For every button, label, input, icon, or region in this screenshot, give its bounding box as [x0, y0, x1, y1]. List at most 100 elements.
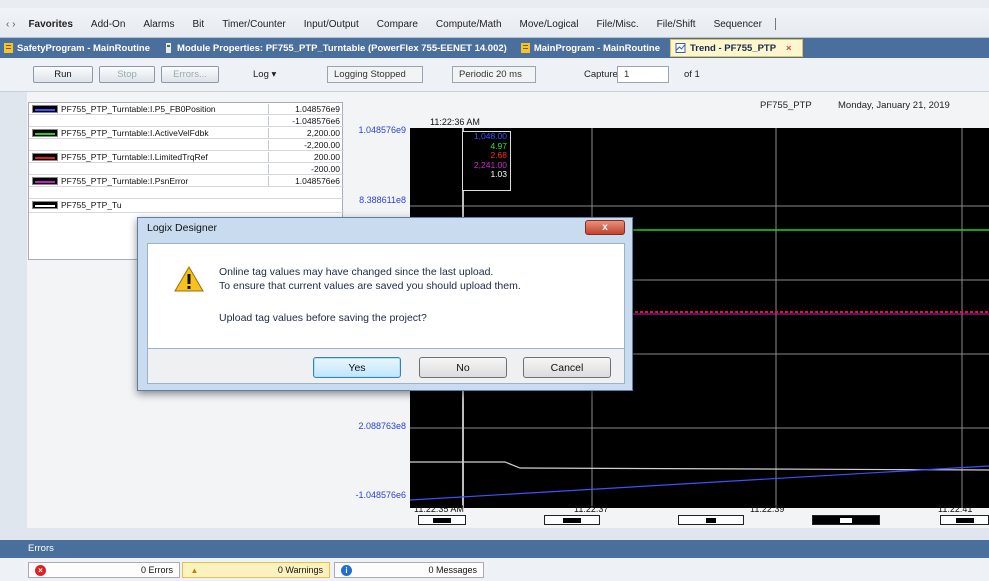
tab-move-logical[interactable]: Move/Logical [511, 19, 588, 30]
y-axis-label-bottom: -1.048576e6 [355, 490, 406, 500]
pen-color-swatch [32, 129, 58, 137]
trend-toolbar: Run Stop Errors... Log ▾ Logging Stopped… [0, 58, 989, 92]
series-fifth [410, 461, 989, 471]
pen-name: PF755_PTP_Tu [61, 200, 122, 210]
info-icon: i [341, 565, 352, 576]
y-axis-label-2: 8.388611e8 [359, 195, 406, 205]
pen-max: 1.048576e9 [268, 104, 340, 114]
pen-name: PF755_PTP_Turntable:I.ActiveVelFdbk [61, 128, 209, 138]
pen-row-torque[interactable]: PF755_PTP_Turntable:I.LimitedTrqRef 200.… [29, 151, 344, 163]
pen-max: 200.00 [268, 152, 340, 162]
errors-button[interactable]: Errors... [161, 66, 219, 83]
yes-button[interactable]: Yes [313, 357, 401, 378]
pen-row-velocity-min: -2,200.00 [29, 139, 344, 151]
doc-tab-label: SafetyProgram - MainRoutine [17, 42, 151, 54]
doc-tab-label: Trend - PF755_PTP [689, 42, 777, 54]
pen-row-psn-error-min [29, 187, 344, 199]
tab-alarms[interactable]: Alarms [134, 19, 183, 30]
scroll-back-button[interactable] [544, 515, 600, 525]
scroll-left-button[interactable] [678, 515, 744, 525]
warnings-filter-button[interactable]: ▲ 0 Warnings [182, 562, 330, 578]
doc-tab-main-routine[interactable]: MainProgram - MainRoutine [517, 40, 670, 56]
tab-compare[interactable]: Compare [368, 19, 427, 30]
trend-name: PF755_PTP [760, 100, 812, 111]
pen-min: -2,200.00 [268, 140, 340, 150]
errors-filter-button[interactable]: × 0 Errors [28, 562, 180, 578]
dialog-message-line1: Online tag values may have changed since… [219, 266, 494, 278]
doc-tab-label: Module Properties: PF755_PTP_Turntable (… [177, 42, 507, 54]
messages-filter-button[interactable]: i 0 Messages [334, 562, 484, 578]
warning-icon [174, 266, 204, 292]
dialog-message-line2: To ensure that current values are saved … [219, 280, 521, 292]
module-icon [166, 43, 172, 53]
pen-name: PF755_PTP_Turntable:I.P5_FB0Position [61, 104, 216, 114]
tab-file-misc[interactable]: File/Misc. [587, 19, 647, 30]
tab-input-output[interactable]: Input/Output [295, 19, 368, 30]
cursor-time-label: 11:22:36 AM [430, 117, 480, 127]
pen-min: -1.048576e6 [268, 116, 340, 126]
pen-name: PF755_PTP_Turntable:I.PsnError [61, 176, 189, 186]
pen-color-swatch [32, 177, 58, 185]
pen-color-swatch [32, 153, 58, 161]
scroll-forward-button[interactable] [940, 515, 989, 525]
routine-icon [520, 43, 530, 53]
instruction-ribbon: ‹ › Favorites Add-On Alarms Bit Timer/Co… [0, 0, 989, 38]
log-dropdown[interactable]: Log ▾ [253, 69, 276, 80]
document-tab-bar: SafetyProgram - MainRoutine Module Prope… [0, 38, 989, 58]
pen-color-swatch [32, 201, 58, 209]
y-axis-label-top: 1.048576e9 [358, 125, 406, 135]
warning-icon: ▲ [190, 566, 199, 575]
dialog-body: Online tag values may have changed since… [147, 243, 625, 349]
x-axis-label-4: 11:22:41 [938, 504, 973, 514]
close-tab-icon[interactable]: × [786, 43, 792, 54]
capture-spinner[interactable]: 1 [617, 66, 669, 83]
pen-min: -200.00 [268, 164, 340, 174]
dialog-question: Upload tag values before saving the proj… [219, 312, 427, 324]
cancel-button[interactable]: Cancel [523, 357, 611, 378]
tab-file-shift[interactable]: File/Shift [648, 19, 705, 30]
trend-date: Monday, January 21, 2019 [838, 100, 950, 111]
capture-count: of 1 [684, 69, 700, 80]
no-button[interactable]: No [419, 357, 507, 378]
y-axis-label-3: 2.088763e8 [358, 421, 406, 431]
dialog-close-button[interactable]: x [585, 220, 625, 235]
x-axis-label-1: 11:22:35 AM [414, 504, 464, 514]
logging-status-field: Logging Stopped [327, 66, 423, 83]
tab-add-on[interactable]: Add-On [82, 19, 134, 30]
pen-color-swatch [32, 105, 58, 113]
pen-row-fifth[interactable]: PF755_PTP_Tu [29, 199, 344, 213]
errors-filter-bar: × 0 Errors ▲ 0 Warnings i 0 Messages [0, 558, 989, 581]
messages-count: 0 Messages [428, 565, 477, 575]
tab-timer-counter[interactable]: Timer/Counter [213, 19, 295, 30]
errors-count: 0 Errors [140, 565, 173, 575]
cursor-value-fifth: 1.03 [490, 169, 507, 179]
pen-row-psn-error[interactable]: PF755_PTP_Turntable:I.PsnError 1.048576e… [29, 175, 344, 187]
pause-scroll-button[interactable] [812, 515, 880, 525]
pen-row-torque-min: -200.00 [29, 163, 344, 175]
dialog-title: Logix Designer [147, 222, 218, 234]
pen-row-velocity[interactable]: PF755_PTP_Turntable:I.ActiveVelFdbk 2,20… [29, 127, 344, 139]
instruction-tabs: ‹ › Favorites Add-On Alarms Bit Timer/Co… [0, 16, 776, 32]
tab-compute-math[interactable]: Compute/Math [427, 19, 511, 30]
routine-icon [4, 43, 13, 53]
pen-row-position[interactable]: PF755_PTP_Turntable:I.P5_FB0Position 1.0… [29, 103, 344, 115]
dialog-button-bar: Yes No Cancel [147, 349, 625, 384]
pen-max: 1.048576e6 [268, 176, 340, 186]
tab-favorites[interactable]: Favorites [19, 19, 81, 30]
ribbon-separator [774, 18, 776, 30]
trend-icon [675, 43, 686, 53]
pen-max: 2,200.00 [268, 128, 340, 138]
tab-bit[interactable]: Bit [184, 19, 214, 30]
series-position [410, 465, 989, 501]
doc-tab-module-properties[interactable]: Module Properties: PF755_PTP_Turntable (… [160, 40, 517, 56]
run-button[interactable]: Run [33, 66, 93, 83]
scroll-back-fast-button[interactable] [418, 515, 466, 525]
ribbon-nav-arrows[interactable]: ‹ › [6, 19, 15, 30]
tab-sequencer[interactable]: Sequencer [705, 19, 771, 30]
doc-tab-safety-routine[interactable]: SafetyProgram - MainRoutine [0, 40, 160, 56]
doc-tab-trend[interactable]: Trend - PF755_PTP × [669, 39, 803, 57]
pen-name: PF755_PTP_Turntable:I.LimitedTrqRef [61, 152, 208, 162]
pen-row-position-min: -1.048576e6 [29, 115, 344, 127]
stop-button[interactable]: Stop [99, 66, 155, 83]
x-axis-label-2: 11:22:37 [574, 504, 609, 514]
